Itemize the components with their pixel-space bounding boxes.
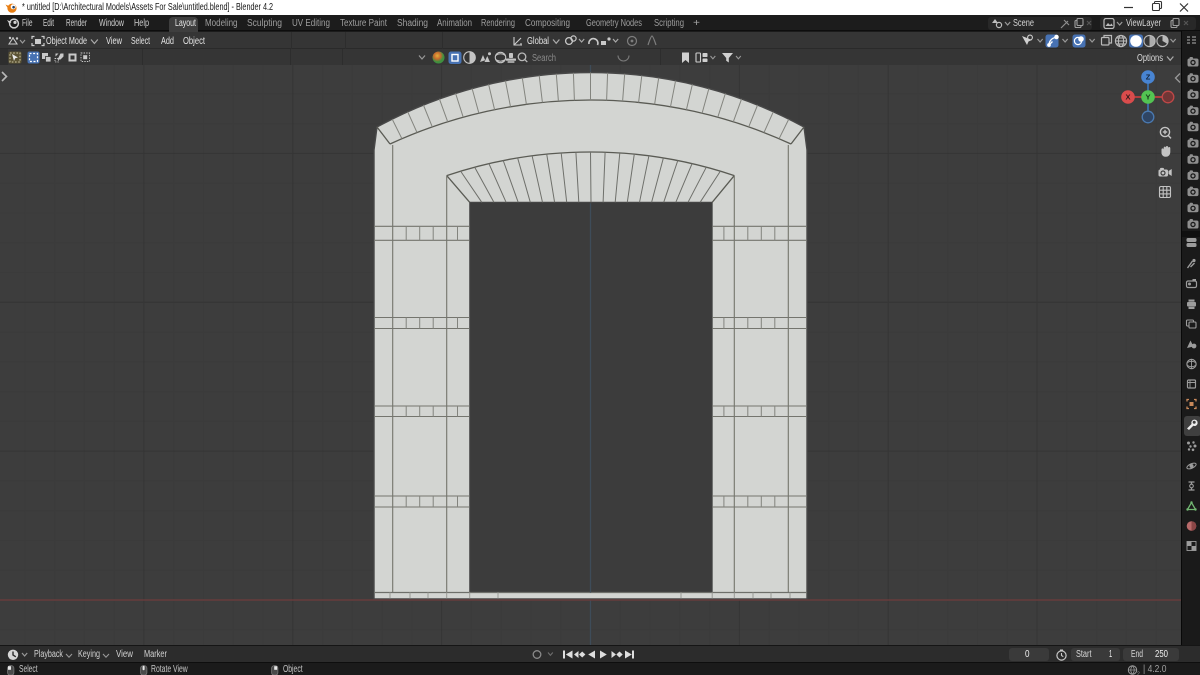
svg-text:X: X <box>1125 93 1130 102</box>
svg-text:Z: Z <box>1146 73 1151 82</box>
svg-text:2: 2 <box>1137 671 1140 675</box>
svg-text:Y: Y <box>1145 93 1150 102</box>
